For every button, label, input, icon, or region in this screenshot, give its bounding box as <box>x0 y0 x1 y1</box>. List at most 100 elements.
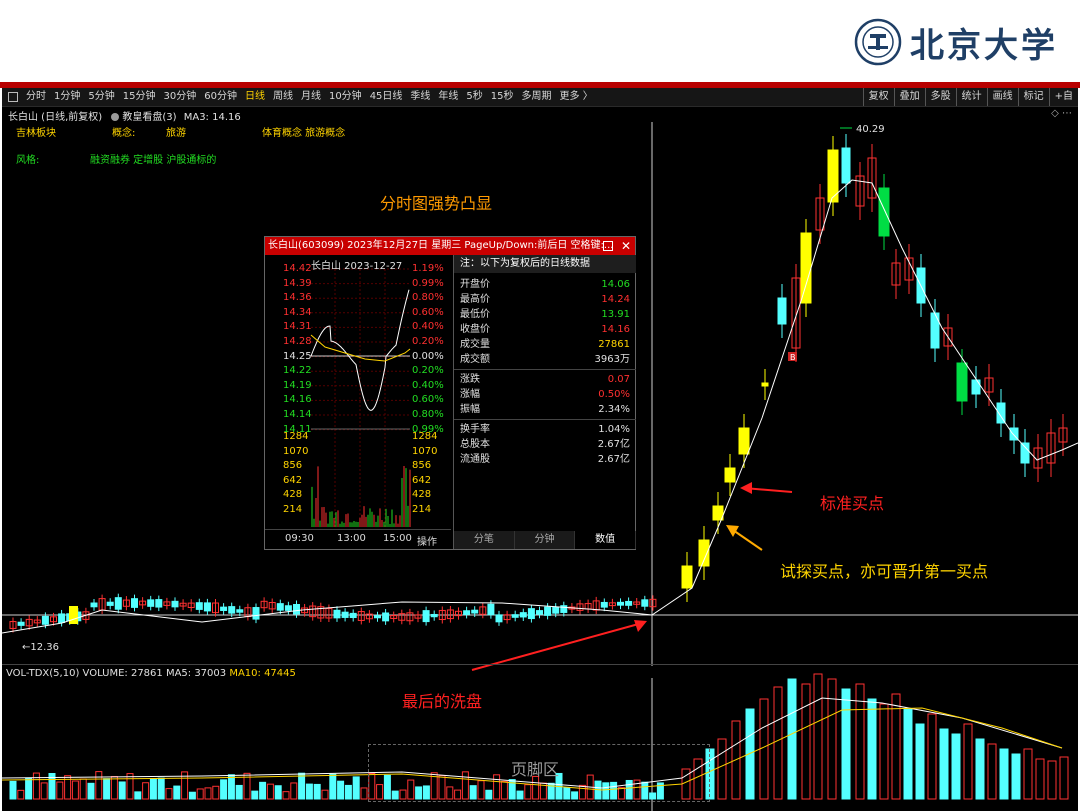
volume-bar <box>212 785 220 800</box>
toolbar-button[interactable]: +自 <box>1048 88 1078 106</box>
candle-body <box>228 606 236 614</box>
toolbar-button[interactable]: 标记 <box>1017 88 1049 106</box>
candle-body <box>131 598 138 608</box>
volume-bar <box>305 783 313 800</box>
candle-body <box>527 608 535 620</box>
candle-body <box>382 612 390 622</box>
candle-body <box>114 597 122 610</box>
day-detail-popup[interactable]: 长白山(603099) 2023年12月27日 星期三 PageUp/Down:… <box>264 236 637 550</box>
quote-note: 注：以下为复权后的日线数据 <box>454 255 636 273</box>
quote-row: 换手率 1.04% <box>460 422 630 437</box>
popup-title: 长白山(603099) 2023年12月27日 星期三 PageUp/Down:… <box>268 240 614 251</box>
quote-value: 1.04% <box>598 424 630 435</box>
candle-body <box>930 312 940 349</box>
volume-bar <box>329 773 337 800</box>
period-tab[interactable]: 分时 <box>22 88 50 106</box>
period-tab[interactable]: 10分钟 <box>325 88 366 106</box>
mini-axis-pct-label: 214 <box>412 504 432 515</box>
arrowhead-last-wash <box>634 620 647 632</box>
panel-toggle-icon[interactable] <box>8 92 18 102</box>
volume-bar <box>204 787 212 800</box>
volume-bar <box>110 775 118 800</box>
toolbar-button[interactable]: 叠加 <box>893 88 925 106</box>
operation-button[interactable]: 操作 <box>417 533 437 548</box>
period-tab[interactable]: 年线 <box>434 88 462 106</box>
volume-bar <box>903 708 913 800</box>
quote-separator <box>454 369 636 370</box>
mini-axis-pct-label: 642 <box>412 474 432 486</box>
toolbar-button[interactable]: 画线 <box>986 88 1018 106</box>
volume-bar <box>9 780 17 800</box>
dots-icon[interactable]: ⋯ <box>1062 108 1072 119</box>
period-tab[interactable]: 60分钟 <box>200 88 241 106</box>
period-tab[interactable]: 15秒 <box>487 88 518 106</box>
period-tab[interactable]: 15分钟 <box>119 88 160 106</box>
period-tab[interactable]: 30分钟 <box>159 88 200 106</box>
volume-bar <box>32 772 40 800</box>
candle-body <box>536 610 543 615</box>
quote-row: 流通股 2.67亿 <box>460 452 630 467</box>
mini-axis-label: 14.19 <box>283 379 312 391</box>
mini-axis-pct-label: 0.00% <box>412 350 444 362</box>
quote-tab[interactable]: 分钟 <box>515 531 576 549</box>
maximize-icon[interactable] <box>602 241 613 251</box>
footer-label: 页脚区 <box>511 760 560 779</box>
volume-bar <box>227 774 235 800</box>
period-tab[interactable]: 5秒 <box>462 88 486 106</box>
volume-bar <box>196 788 204 800</box>
period-tab[interactable]: 45日线 <box>366 88 407 106</box>
gear-icon[interactable] <box>111 113 120 121</box>
volume-info: VOL-TDX(5,10) VOLUME: 27861 MA5: 37003 M… <box>6 668 296 679</box>
board-tag[interactable]: 吉林板块 <box>16 124 56 139</box>
candle-body <box>956 362 968 402</box>
volume-bar <box>251 790 259 800</box>
candle-body-yellow <box>69 606 78 624</box>
volume-bar <box>927 713 937 800</box>
quote-row: 成交量 27861 <box>460 337 630 352</box>
mini-axis-label: 14.22 <box>283 365 312 377</box>
volume-bar <box>801 683 811 800</box>
period-tab[interactable]: 多周期 <box>518 88 556 106</box>
period-tab[interactable]: 周线 <box>269 88 297 106</box>
toolbar-button[interactable]: 统计 <box>955 88 987 106</box>
mini-axis-label: 14.39 <box>283 277 312 289</box>
style-tags[interactable]: 融资融券 定增股 沪股通标的 <box>90 151 216 166</box>
quote-row: 振幅 2.34% <box>460 402 630 417</box>
quote-separator <box>454 419 636 420</box>
low-price-label: ←12.36 <box>22 642 59 653</box>
volume-bar <box>745 708 755 800</box>
period-tab[interactable]: 日线 <box>241 88 269 106</box>
annotation-title: 分时图强势凸显 <box>380 194 493 213</box>
candle-body <box>171 600 179 608</box>
period-tab[interactable]: 更多 〉 <box>556 88 597 106</box>
volume-bar <box>867 698 877 800</box>
period-tab[interactable]: 5分钟 <box>84 88 118 106</box>
toolbar-button[interactable]: 多股 <box>924 88 956 106</box>
candle-body <box>471 609 479 614</box>
period-tab[interactable]: 月线 <box>297 88 325 106</box>
candle-body <box>1020 442 1030 464</box>
period-tab[interactable]: 1分钟 <box>50 88 84 106</box>
annotation-last-wash: 最后的洗盘 <box>402 692 483 711</box>
close-icon[interactable]: ✕ <box>621 237 631 255</box>
concept-tags[interactable]: 体育概念 旅游概念 <box>262 124 345 139</box>
quote-label: 成交量 <box>460 339 490 350</box>
quote-tab[interactable]: 数值 <box>575 531 637 549</box>
popup-titlebar[interactable]: 长白山(603099) 2023年12月27日 星期三 PageUp/Down:… <box>265 237 635 255</box>
toolbar-button[interactable]: 复权 <box>862 88 894 106</box>
quote-tab[interactable]: 分笔 <box>454 531 515 549</box>
high-price-label: 40.29 <box>856 124 885 135</box>
candle-body <box>293 603 300 615</box>
volume-bar <box>87 782 95 800</box>
style-label: 风格: <box>16 155 40 166</box>
indicator-name[interactable]: 教皇看盘(3) <box>122 112 176 123</box>
candle-body <box>600 601 608 608</box>
diamond-icon[interactable]: ◇ <box>1051 108 1059 119</box>
volume-bar <box>879 703 889 800</box>
period-tab[interactable]: 季线 <box>406 88 434 106</box>
concept-value[interactable]: 旅游 <box>166 124 186 139</box>
volume-bar <box>79 778 87 800</box>
quote-row: 涨跌 0.07 <box>460 372 630 387</box>
volume-bar <box>126 773 134 800</box>
volume-bar <box>321 789 329 800</box>
